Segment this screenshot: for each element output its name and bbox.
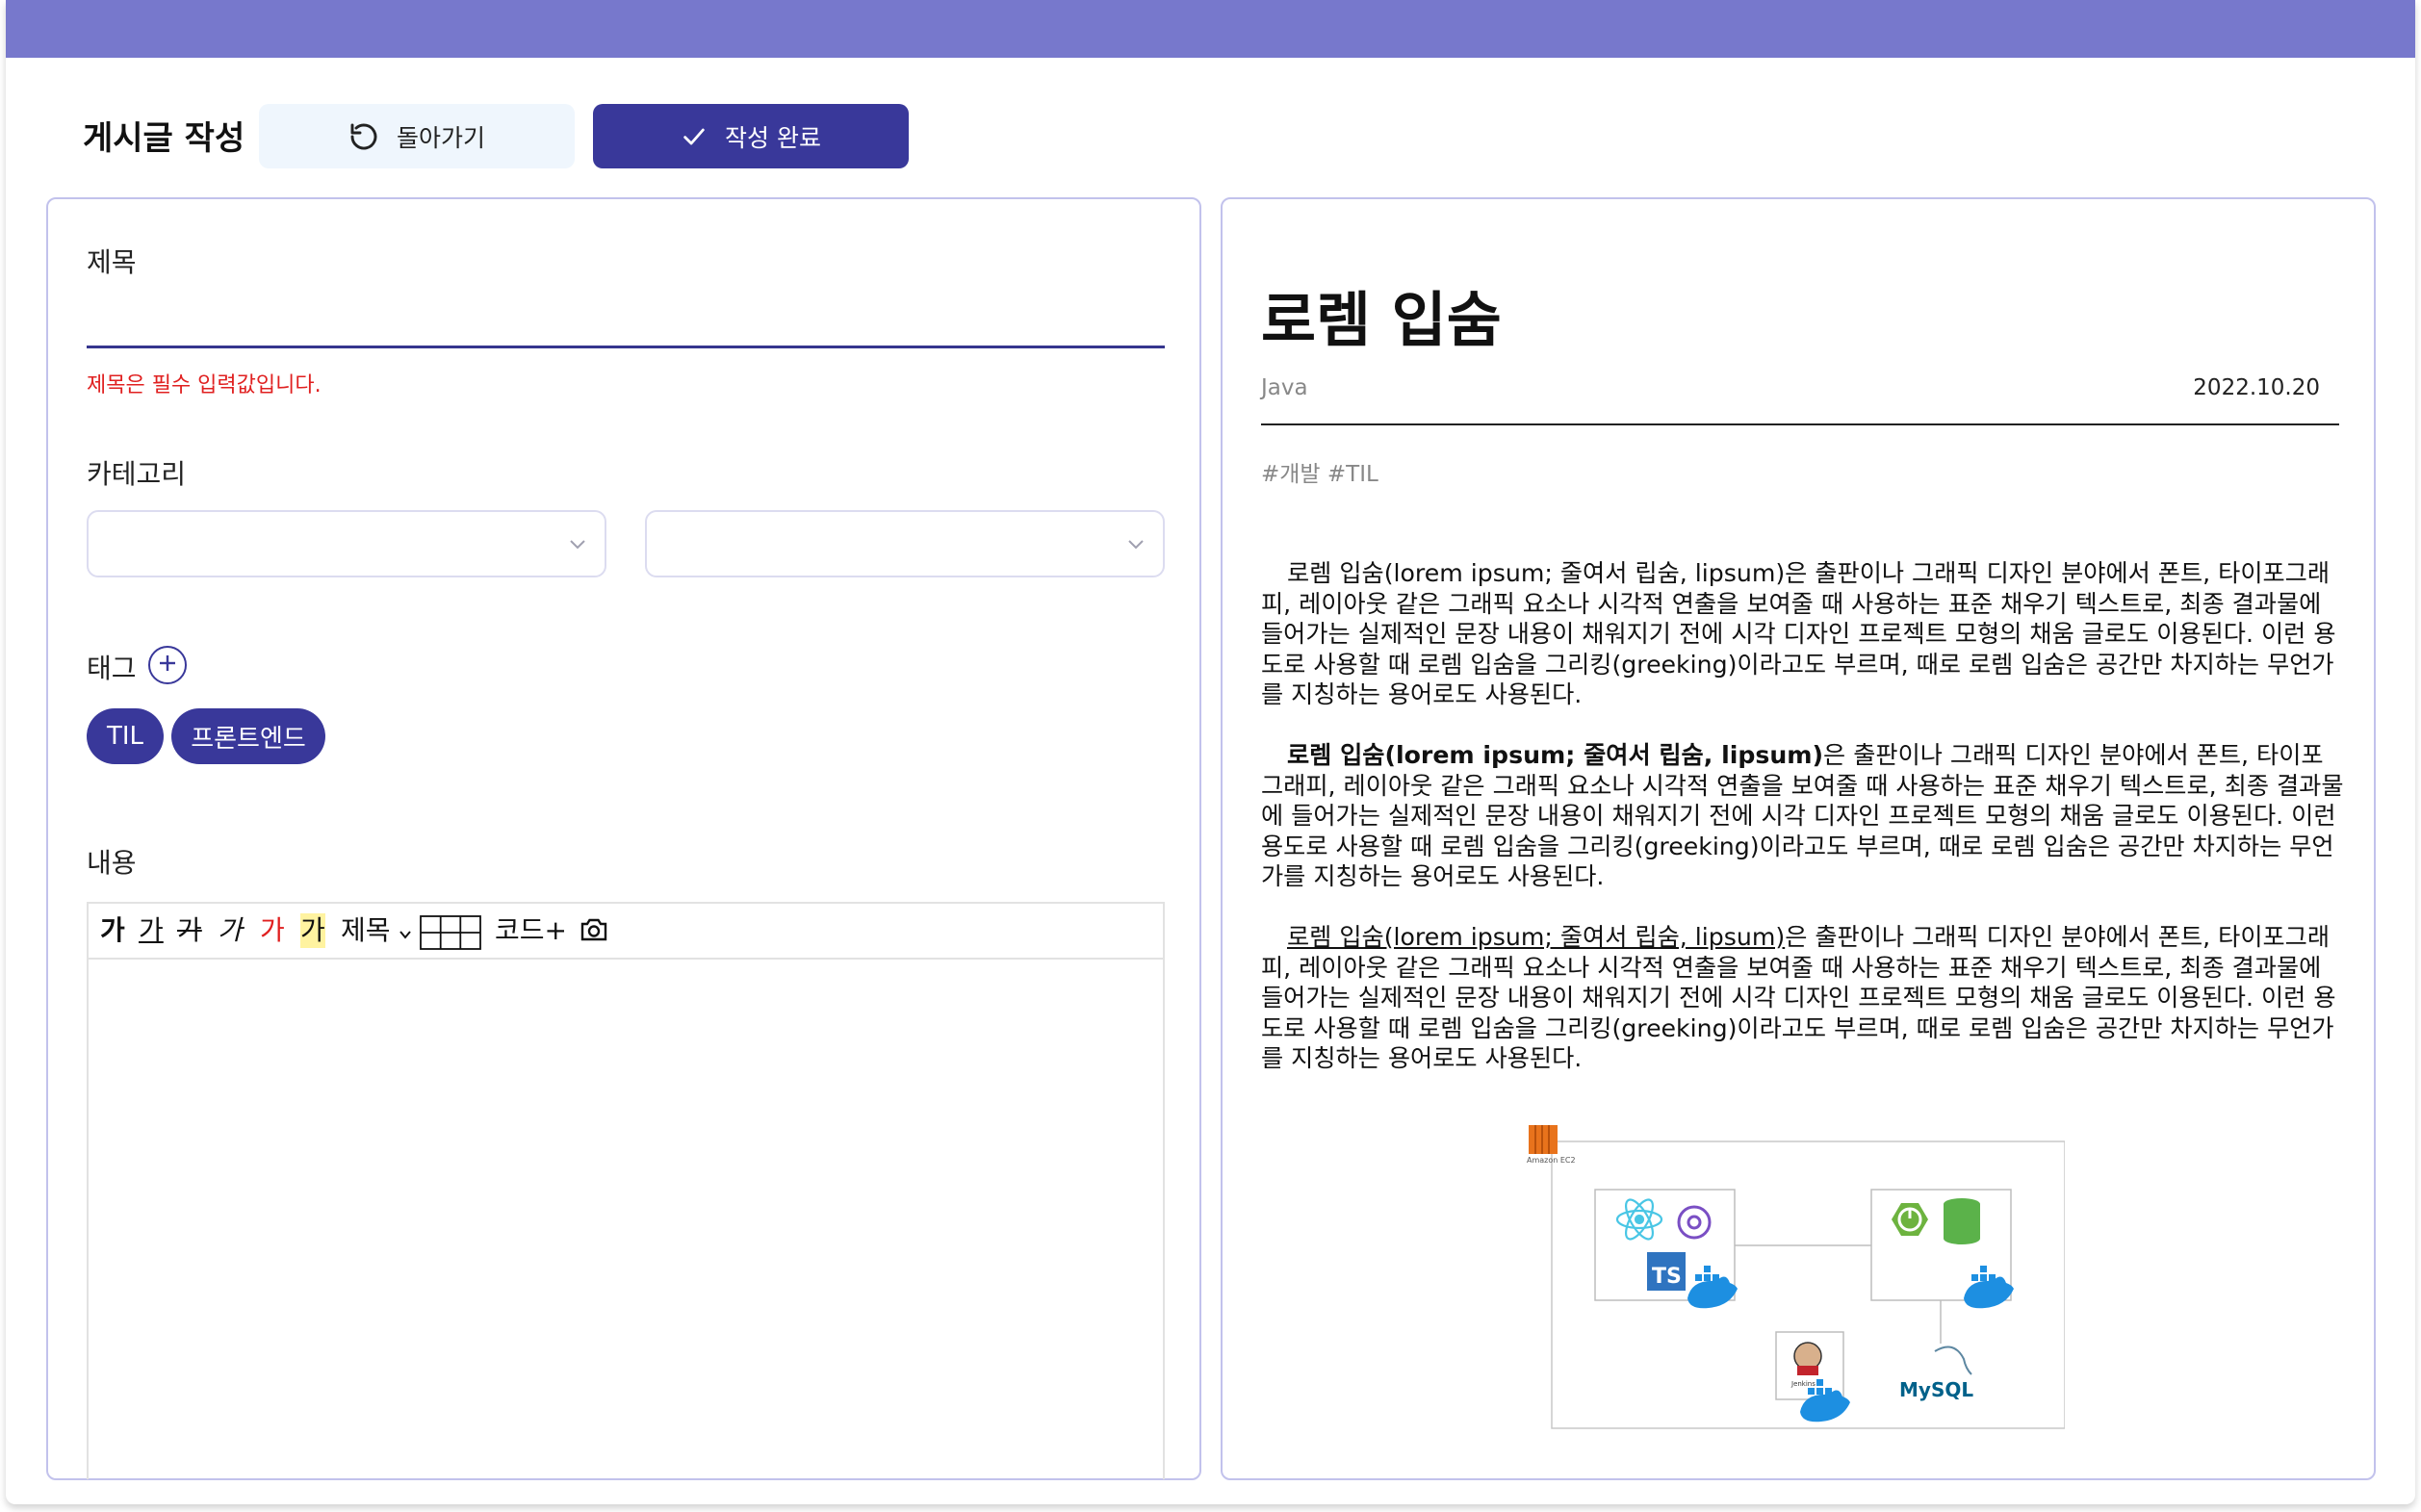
category-select-secondary[interactable] bbox=[645, 510, 1165, 577]
camera-icon[interactable] bbox=[579, 916, 608, 952]
mysql-label: MySQL bbox=[1899, 1378, 1973, 1401]
architecture-diagram-image: Amazon EC2 TS Jenkins MySQL bbox=[1526, 1120, 2066, 1443]
strikethrough-button[interactable]: 가 bbox=[177, 913, 202, 948]
content-editor[interactable]: 가 가 가 가 가 가 제목 코드+ bbox=[87, 902, 1165, 1479]
preview-divider bbox=[1261, 423, 2339, 425]
back-button[interactable]: 돌아가기 bbox=[259, 104, 575, 168]
editor-panel: 제목 제목은 필수 입력값입니다. 카테고리 태그 TIL 프론트엔드 내용 가… bbox=[46, 197, 1201, 1480]
title-error-message: 제목은 필수 입력값입니다. bbox=[87, 373, 322, 397]
chevron-down-icon bbox=[1126, 536, 1146, 554]
submit-button[interactable]: 작성 완료 bbox=[593, 104, 909, 168]
page-header: 게시글 작성 돌아가기 작성 완료 bbox=[6, 58, 2415, 197]
bold-text: 로렘 입숨(lorem ipsum; 줄여서 립숨, lipsum) bbox=[1287, 741, 1824, 769]
tag-chip[interactable]: TIL bbox=[87, 708, 164, 764]
typescript-icon: TS bbox=[1647, 1252, 1686, 1291]
italic-button[interactable]: 가 bbox=[218, 913, 243, 948]
preview-title: 로렘 입숨 bbox=[1261, 285, 1502, 355]
ts-label: TS bbox=[1652, 1265, 1682, 1289]
page-title: 게시글 작성 bbox=[83, 119, 245, 158]
preview-paragraph: 로렘 입숨(lorem ipsum; 줄여서 립숨, lipsum)은 출판이나… bbox=[1261, 922, 2345, 1074]
check-icon bbox=[681, 123, 708, 150]
add-tag-button[interactable] bbox=[148, 646, 187, 684]
preview-tags: #개발 #TIL bbox=[1261, 462, 1378, 487]
preview-panel: 로렘 입숨 Java 2022.10.20 #개발 #TIL 로렘 입숨(lor… bbox=[1221, 197, 2376, 1480]
editor-toolbar: 가 가 가 가 가 가 제목 코드+ bbox=[89, 904, 1163, 960]
category-select-primary[interactable] bbox=[87, 510, 606, 577]
highlight-button[interactable]: 가 bbox=[300, 913, 325, 948]
back-button-label: 돌아가기 bbox=[396, 123, 485, 152]
code-block-button[interactable]: 코드+ bbox=[495, 913, 567, 948]
undo-icon bbox=[348, 121, 379, 152]
database-icon bbox=[1944, 1198, 1980, 1244]
bold-button[interactable]: 가 bbox=[100, 913, 125, 948]
underline-button[interactable]: 가 bbox=[139, 913, 164, 948]
plus-icon bbox=[157, 653, 178, 678]
title-input[interactable] bbox=[87, 295, 1165, 344]
submit-button-label: 작성 완료 bbox=[725, 123, 821, 152]
preview-paragraph: 로렘 입숨(lorem ipsum; 줄여서 립숨, lipsum)은 출판이나… bbox=[1261, 559, 2336, 708]
ec2-label: Amazon EC2 bbox=[1527, 1156, 1576, 1165]
heading-dropdown-label: 제목 bbox=[341, 914, 391, 946]
tag-chip[interactable]: 프론트엔드 bbox=[171, 708, 325, 764]
app-window: 게시글 작성 돌아가기 작성 완료 제목 제목은 필수 입력값입니다. 카테고리… bbox=[6, 0, 2415, 1504]
jenkins-label: Jenkins bbox=[1790, 1380, 1816, 1388]
tag-label: 태그 bbox=[87, 653, 137, 684]
chevron-down-icon bbox=[568, 536, 587, 554]
underlined-text: 로렘 입숨(lorem ipsum; 줄여서 립숨, lipsum) bbox=[1287, 923, 1786, 951]
preview-date: 2022.10.20 bbox=[2193, 375, 2320, 400]
title-underline bbox=[87, 346, 1165, 348]
heading-dropdown[interactable]: 제목 bbox=[341, 913, 412, 948]
preview-category: Java bbox=[1261, 375, 1308, 400]
content-label: 내용 bbox=[87, 847, 137, 879]
table-icon[interactable] bbox=[420, 915, 481, 959]
preview-paragraph: 로렘 입숨(lorem ipsum; 줄여서 립숨, lipsum)은 출판이나… bbox=[1261, 740, 2345, 892]
text-color-button[interactable]: 가 bbox=[260, 913, 285, 948]
category-label: 카테고리 bbox=[87, 458, 187, 490]
top-bar bbox=[6, 0, 2415, 58]
title-label: 제목 bbox=[87, 246, 137, 278]
chevron-down-icon bbox=[399, 914, 412, 946]
aws-ec2-icon bbox=[1529, 1125, 1558, 1154]
